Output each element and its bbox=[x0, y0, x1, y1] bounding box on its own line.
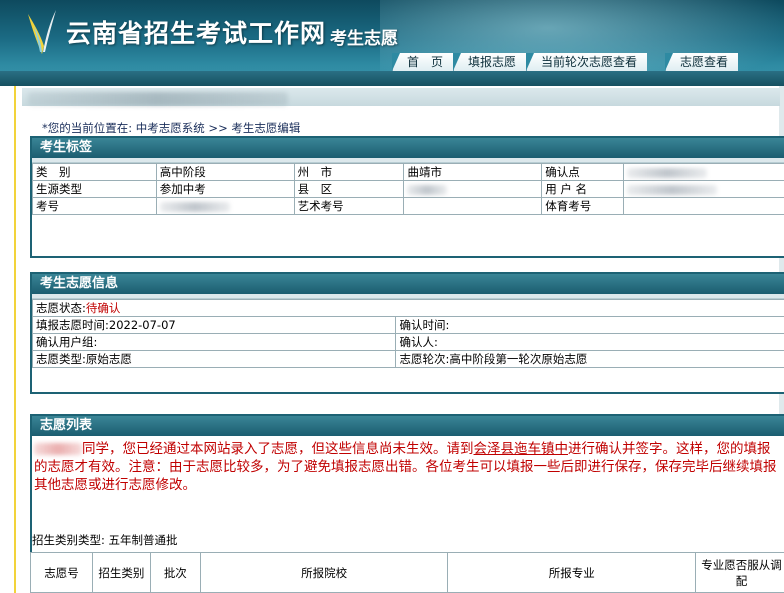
fill-time: 填报志愿时间:2022-07-07 bbox=[31, 316, 397, 334]
label-username: 用 户 名 bbox=[541, 180, 625, 198]
nav-application-view[interactable]: 志愿查看 bbox=[665, 53, 739, 71]
redacted-value bbox=[627, 184, 718, 195]
status-cell: 志愿状态:待确认 bbox=[32, 299, 784, 317]
application-list-table-wrap: 志愿号 招生类别 批次 所报院校 所报专业 专业愿否服从调配 bbox=[30, 552, 784, 593]
label-exam-number: 考号 bbox=[32, 197, 157, 215]
table-row: 类 别 高中阶段 州 市 曲靖市 确认点 bbox=[32, 163, 784, 181]
confirm-user-group: 确认用户组: bbox=[31, 333, 397, 351]
application-info-title: 考生志愿信息 bbox=[32, 274, 784, 294]
label-county: 县 区 bbox=[293, 180, 405, 198]
label-prefecture: 州 市 bbox=[293, 163, 405, 181]
value-sport-number bbox=[623, 197, 784, 215]
value-confirm-point bbox=[623, 163, 784, 181]
application-list-title: 志愿列表 bbox=[32, 416, 784, 436]
confirm-location-link[interactable]: 会泽县迤车镇中 bbox=[474, 441, 569, 457]
student-tag-title: 考生标签 bbox=[32, 138, 784, 158]
col-batch: 批次 bbox=[149, 552, 201, 593]
nav-fill-application[interactable]: 填报志愿 bbox=[453, 53, 527, 71]
label-confirm-point: 确认点 bbox=[541, 163, 625, 181]
redacted-banner bbox=[28, 92, 288, 106]
application-round: 志愿轮次:高中阶段第一轮次原始志愿 bbox=[395, 350, 784, 368]
table-header-row: 志愿号 招生类别 批次 所报院校 所报专业 专业愿否服从调配 bbox=[30, 552, 784, 593]
table-row: 志愿类型:原始志愿 志愿轮次:高中阶段第一轮次原始志愿 bbox=[31, 350, 784, 368]
nav-current-round-view[interactable]: 当前轮次志愿查看 bbox=[526, 53, 648, 71]
header-bottom-bar bbox=[0, 71, 784, 86]
value-county bbox=[403, 180, 543, 198]
col-application-no: 志愿号 bbox=[30, 552, 93, 593]
confirm-time: 确认时间: bbox=[395, 316, 784, 334]
label-art-number: 艺术考号 bbox=[293, 197, 405, 215]
accent-line bbox=[14, 86, 16, 593]
site-header: 云南省招生考试工作网 考生志愿 首 页 填报志愿 当前轮次志愿查看 志愿查看 bbox=[0, 0, 784, 86]
redacted-value bbox=[407, 184, 448, 195]
col-major: 所报专业 bbox=[447, 552, 697, 593]
breadcrumb: *您的当前位置在: 中考志愿系统 >> 考生志愿编辑 bbox=[42, 121, 301, 135]
status-value: 待确认 bbox=[85, 301, 121, 315]
notice-text: 同学，您已经通过本网站录入了志愿，但这些信息尚未生效。请到会泽县迤车镇中进行确认… bbox=[32, 436, 784, 494]
site-subtitle: 考生志愿 bbox=[330, 29, 398, 49]
redacted-student-name bbox=[34, 443, 82, 455]
table-row: 考号 艺术考号 体育考号 bbox=[32, 197, 784, 215]
value-category: 高中阶段 bbox=[155, 163, 295, 181]
col-category: 招生类别 bbox=[91, 552, 151, 593]
table-row: 确认用户组: 确认人: bbox=[31, 333, 784, 351]
confirmer: 确认人: bbox=[395, 333, 784, 351]
top-strip bbox=[22, 88, 780, 106]
table-row: 填报志愿时间:2022-07-07 确认时间: bbox=[31, 316, 784, 334]
value-username bbox=[623, 180, 784, 198]
col-school: 所报院校 bbox=[199, 552, 449, 593]
status-label: 志愿状态: bbox=[36, 301, 86, 315]
top-nav: 首 页 填报志愿 当前轮次志愿查看 志愿查看 bbox=[392, 53, 739, 71]
left-gutter bbox=[0, 86, 14, 593]
col-obey-adjust: 专业愿否服从调配 bbox=[695, 552, 784, 593]
redacted-value bbox=[627, 167, 708, 178]
value-source-type: 参加中考 bbox=[155, 180, 295, 198]
student-tag-panel: 考生标签 类 别 高中阶段 州 市 曲靖市 确认点 生源类型 参加中考 县 区 … bbox=[30, 136, 784, 258]
label-category: 类 别 bbox=[32, 163, 157, 181]
table-row: 志愿状态:待确认 bbox=[32, 299, 784, 317]
main-content: *您的当前位置在: 中考志愿系统 >> 考生志愿编辑 考生标签 类 别 高中阶段… bbox=[22, 86, 784, 593]
application-info-panel: 考生志愿信息 志愿状态:待确认 填报志愿时间:2022-07-07 确认时间: … bbox=[30, 272, 784, 394]
label-sport-number: 体育考号 bbox=[541, 197, 625, 215]
value-art-number bbox=[403, 197, 543, 215]
redacted-value bbox=[159, 201, 230, 212]
student-tag-table: 类 别 高中阶段 州 市 曲靖市 确认点 生源类型 参加中考 县 区 用 户 名… bbox=[32, 163, 784, 215]
value-prefecture: 曲靖市 bbox=[403, 163, 543, 181]
application-list-table: 志愿号 招生类别 批次 所报院校 所报专业 专业愿否服从调配 bbox=[30, 552, 784, 593]
table-row: 生源类型 参加中考 县 区 用 户 名 bbox=[32, 180, 784, 198]
application-type: 志愿类型:原始志愿 bbox=[31, 350, 397, 368]
application-info-table: 志愿状态:待确认 填报志愿时间:2022-07-07 确认时间: 确认用户组: … bbox=[31, 299, 784, 368]
notice-part-1: 同学，您已经通过本网站录入了志愿，但这些信息尚未生效。请到 bbox=[82, 441, 474, 457]
label-source-type: 生源类型 bbox=[32, 180, 157, 198]
application-list-panel: 志愿列表 同学，您已经通过本网站录入了志愿，但这些信息尚未生效。请到会泽县迤车镇… bbox=[30, 414, 784, 593]
value-exam-number bbox=[155, 197, 295, 215]
category-type: 招生类别类型: 五年制普通批 bbox=[32, 533, 178, 547]
site-logo-icon bbox=[28, 10, 56, 54]
nav-home[interactable]: 首 页 bbox=[392, 53, 454, 71]
site-title: 云南省招生考试工作网 bbox=[66, 19, 327, 48]
